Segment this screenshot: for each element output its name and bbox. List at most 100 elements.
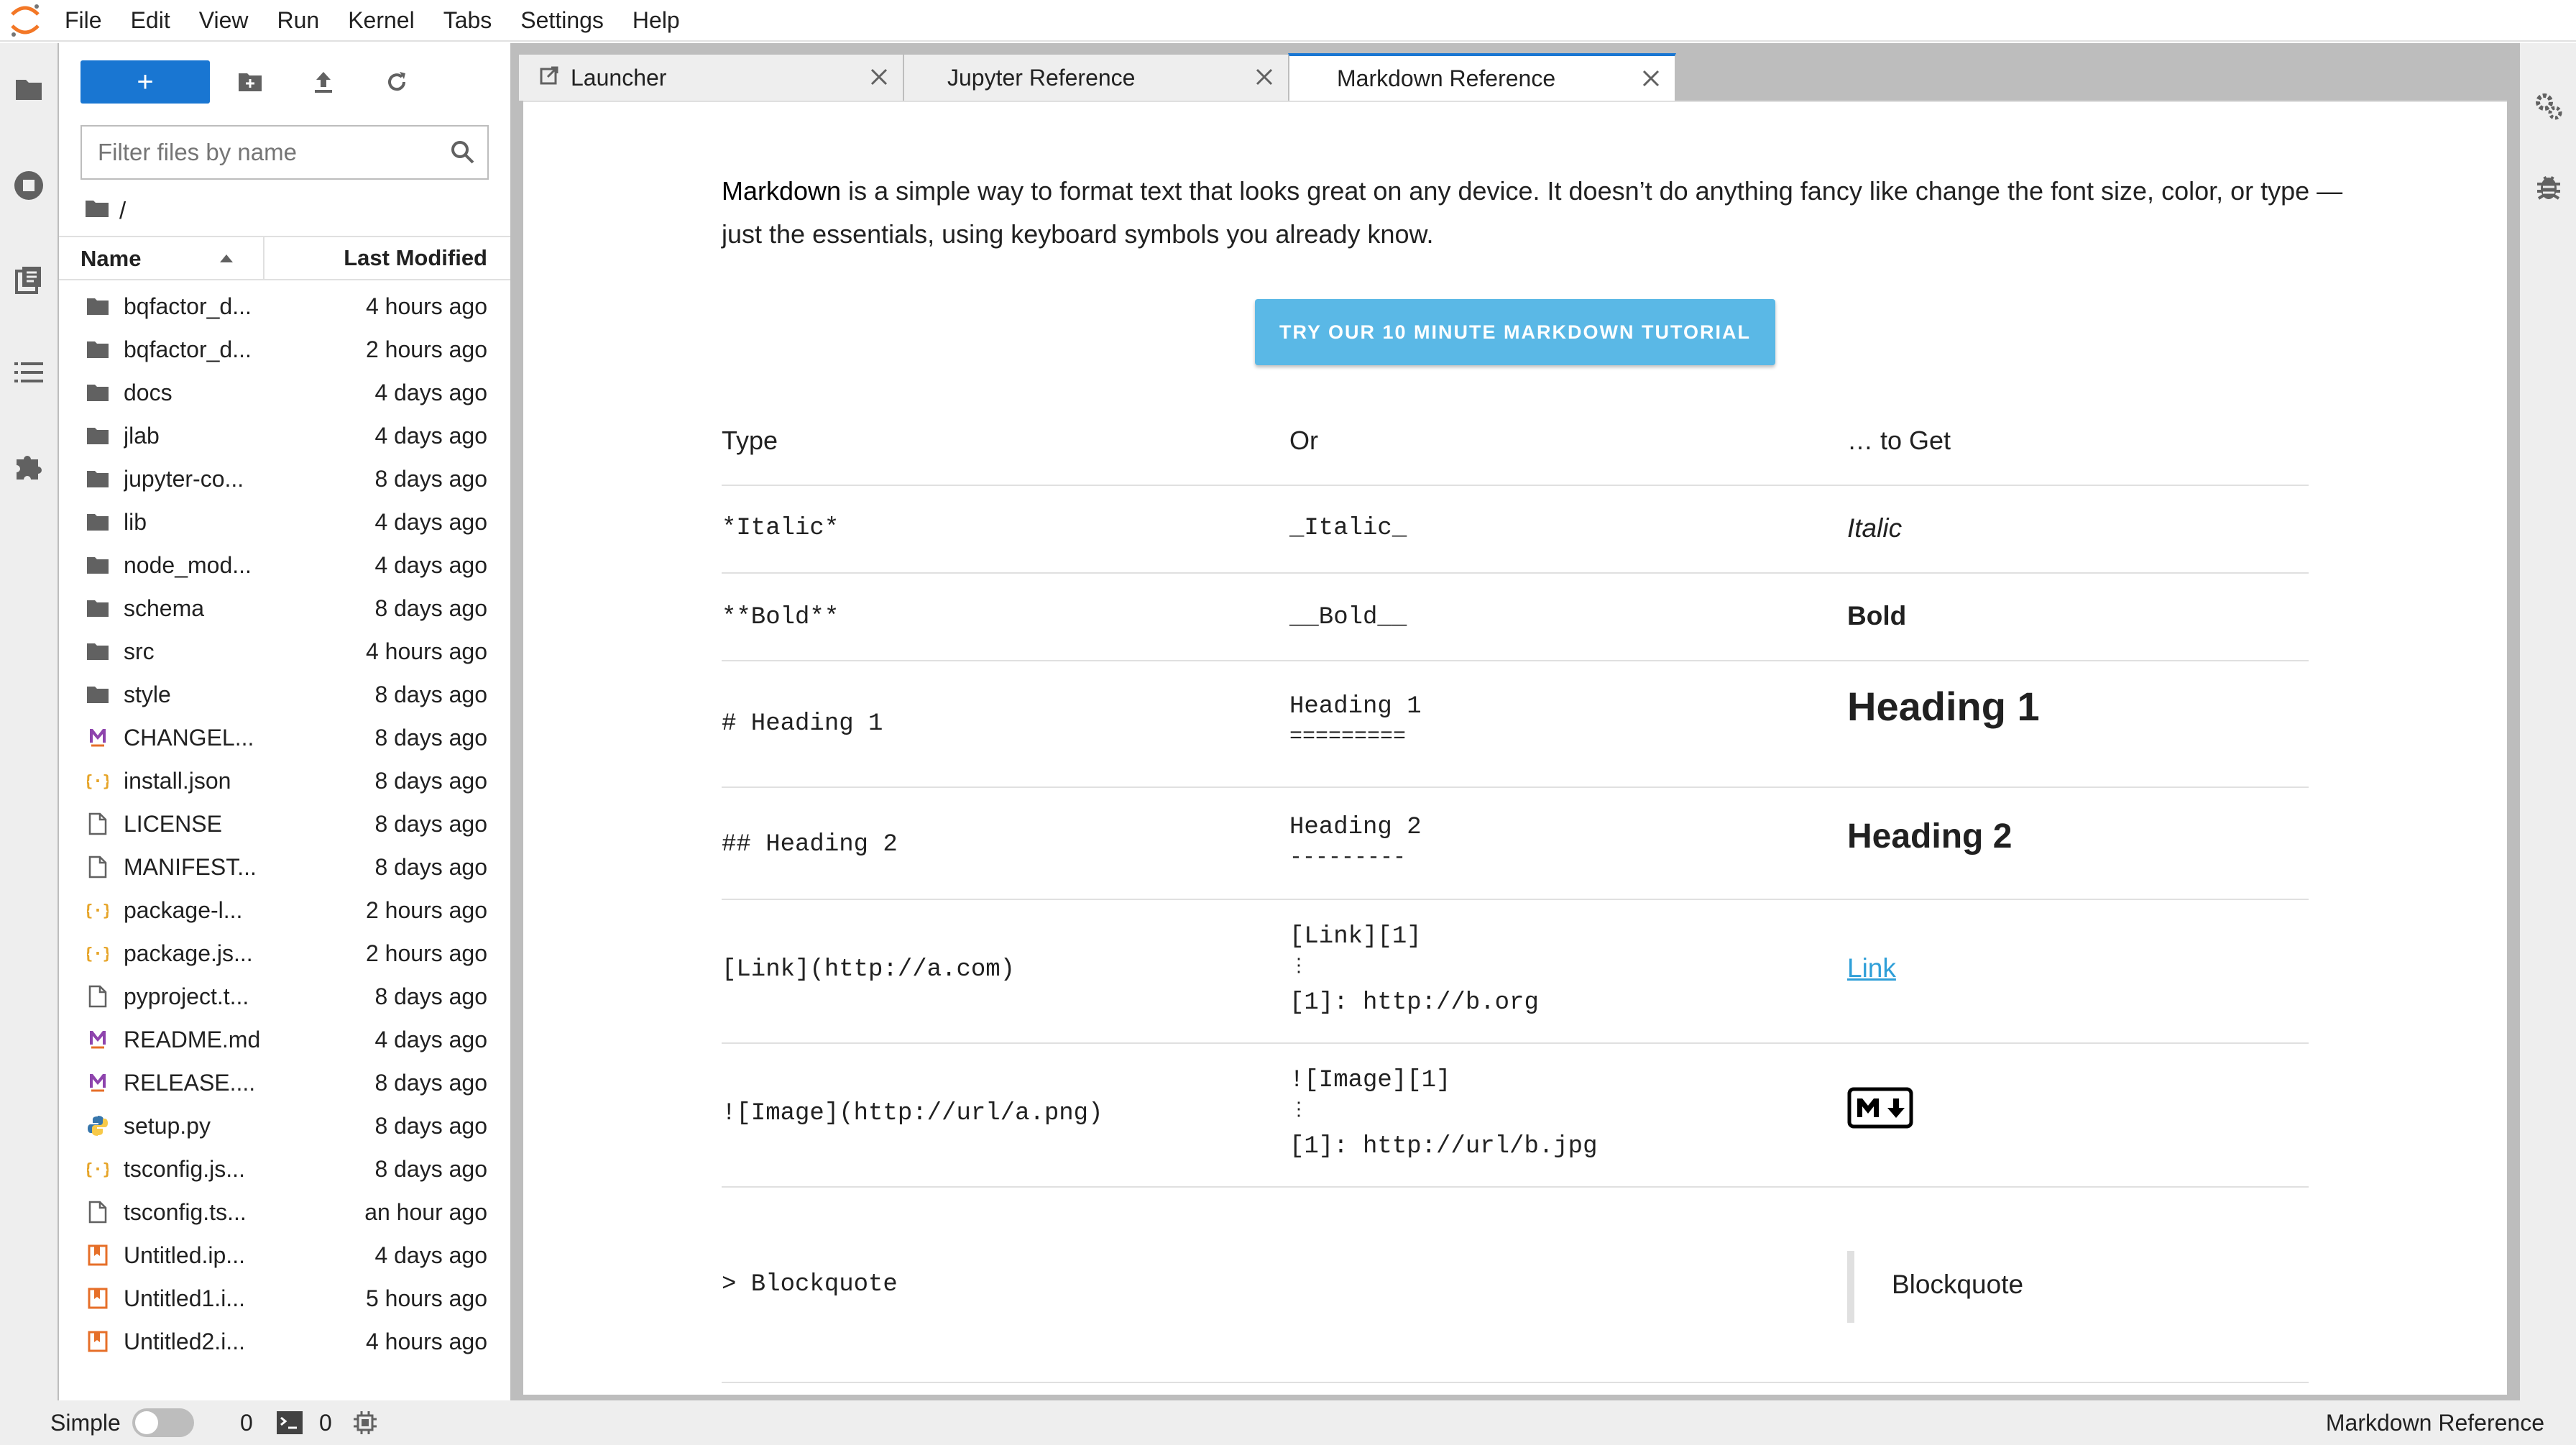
markdown-table: Type Or … to Get *Italic* _Italic_ Itali… bbox=[722, 397, 2309, 1383]
last-modified-column-header[interactable]: Last Modified bbox=[264, 245, 510, 271]
file-row[interactable]: bqfactor_d... 4 hours ago bbox=[59, 285, 510, 328]
tab-markdown-reference[interactable]: Markdown Reference bbox=[1288, 53, 1676, 101]
file-row[interactable]: {·} tsconfig.js... 8 days ago bbox=[59, 1147, 510, 1191]
table-row-heading-1: # Heading 1 Heading 1 ========= Heading … bbox=[722, 661, 2309, 788]
debugger-bug-icon[interactable] bbox=[2520, 158, 2576, 216]
file-row[interactable]: MANIFEST... 8 days ago bbox=[59, 845, 510, 889]
file-row[interactable]: lib 4 days ago bbox=[59, 500, 510, 543]
menu-kernel[interactable]: Kernel bbox=[334, 0, 429, 41]
file-row[interactable]: docs 4 days ago bbox=[59, 371, 510, 414]
h1-or-line2: ========= bbox=[1289, 725, 1407, 749]
notebook-file-icon bbox=[86, 1244, 109, 1267]
file-row[interactable]: {·} install.json 8 days ago bbox=[59, 759, 510, 802]
simple-mode-label: Simple bbox=[50, 1409, 121, 1436]
running-stop-icon[interactable] bbox=[0, 157, 58, 214]
file-row[interactable]: setup.py 8 days ago bbox=[59, 1104, 510, 1147]
kernel-count[interactable]: 0 bbox=[240, 1400, 253, 1445]
kernel-status-icon[interactable] bbox=[352, 1400, 378, 1445]
file-row[interactable]: Untitled2.i... 4 hours ago bbox=[59, 1320, 510, 1363]
extension-puzzle-icon[interactable] bbox=[0, 437, 58, 495]
menu-settings[interactable]: Settings bbox=[506, 0, 618, 41]
intro-text: is a simple way to format text that look… bbox=[722, 176, 2343, 249]
file-row[interactable]: RELEASE.... 8 days ago bbox=[59, 1061, 510, 1104]
simple-mode-toggle[interactable] bbox=[132, 1400, 194, 1445]
quote-result-cell: Blockquote bbox=[1892, 1270, 2024, 1299]
property-inspector-gears-icon[interactable] bbox=[2520, 78, 2576, 135]
menu-run[interactable]: Run bbox=[262, 0, 334, 41]
file-icon bbox=[86, 1201, 109, 1224]
quote-type-cell: > Blockquote bbox=[722, 1271, 898, 1298]
terminal-count[interactable]: 0 bbox=[319, 1400, 332, 1445]
menu-file[interactable]: File bbox=[50, 0, 116, 41]
file-modified: 8 days ago bbox=[374, 767, 487, 794]
file-name: style bbox=[124, 681, 171, 707]
file-row[interactable]: {·} package.js... 2 hours ago bbox=[59, 932, 510, 975]
filter-files-box bbox=[80, 125, 489, 180]
name-column-header[interactable]: Name bbox=[59, 237, 264, 279]
file-modified: 8 days ago bbox=[374, 465, 487, 492]
jupyter-logo-icon[interactable] bbox=[0, 0, 50, 41]
breadcrumb-root[interactable]: / bbox=[119, 197, 126, 224]
file-name: Untitled1.i... bbox=[124, 1285, 245, 1311]
link-result-cell[interactable]: Link bbox=[1847, 953, 1896, 983]
file-row[interactable]: Untitled1.i... 5 hours ago bbox=[59, 1277, 510, 1320]
table-row-blockquote: > Blockquote Blockquote bbox=[722, 1188, 2309, 1383]
left-activity-bar bbox=[0, 43, 59, 1400]
file-row[interactable]: LICENSE 8 days ago bbox=[59, 802, 510, 845]
file-row[interactable]: src 4 hours ago bbox=[59, 630, 510, 673]
file-row[interactable]: README.md 4 days ago bbox=[59, 1018, 510, 1061]
h1-or-line1: Heading 1 bbox=[1289, 693, 1422, 720]
file-row[interactable]: bqfactor_d... 2 hours ago bbox=[59, 328, 510, 371]
close-icon[interactable] bbox=[868, 66, 890, 88]
link-or-line1: [Link][1] bbox=[1289, 923, 1422, 950]
file-modified: 2 hours ago bbox=[365, 336, 487, 362]
refresh-icon[interactable] bbox=[378, 63, 415, 101]
file-name: install.json bbox=[124, 767, 231, 794]
italic-type-cell: *Italic* bbox=[722, 515, 840, 542]
markdown-reference-document: Markdown is a simple way to format text … bbox=[523, 101, 2507, 1395]
menu-view[interactable]: View bbox=[185, 0, 263, 41]
file-modified: 8 days ago bbox=[374, 1155, 487, 1182]
file-row[interactable]: {·} package-l... 2 hours ago bbox=[59, 889, 510, 932]
folder-icon[interactable] bbox=[0, 60, 58, 118]
table-of-contents-icon[interactable] bbox=[0, 344, 58, 401]
new-folder-icon[interactable] bbox=[231, 63, 269, 101]
h2-or-line1: Heading 2 bbox=[1289, 814, 1422, 841]
file-row[interactable]: pyproject.t... 8 days ago bbox=[59, 975, 510, 1018]
folder-icon bbox=[86, 554, 109, 577]
new-launcher-button[interactable]: + bbox=[80, 60, 210, 104]
tab-jupyter-reference[interactable]: Jupyter Reference bbox=[903, 53, 1289, 101]
file-row[interactable]: tsconfig.ts... an hour ago bbox=[59, 1191, 510, 1234]
file-name: schema bbox=[124, 595, 205, 621]
menu-edit[interactable]: Edit bbox=[116, 0, 185, 41]
file-list: bqfactor_d... 4 hours ago bqfactor_d... 2 h… bbox=[59, 285, 510, 1363]
new-launcher-label: + bbox=[137, 65, 154, 98]
tab-bar: Launcher Jupyter Reference Markdown Refe… bbox=[518, 53, 1682, 101]
home-folder-icon[interactable] bbox=[85, 197, 109, 224]
tab-launcher[interactable]: Launcher bbox=[518, 53, 904, 101]
commands-palette-icon[interactable] bbox=[0, 252, 58, 309]
toggle-track bbox=[132, 1408, 194, 1437]
file-name: bqfactor_d... bbox=[124, 293, 252, 319]
menu-help[interactable]: Help bbox=[618, 0, 694, 41]
file-icon bbox=[86, 985, 109, 1008]
svg-text:{·}: {·} bbox=[87, 902, 109, 920]
folder-icon bbox=[86, 510, 109, 533]
file-row[interactable]: CHANGEL... 8 days ago bbox=[59, 716, 510, 759]
tutorial-button[interactable]: TRY OUR 10 MINUTE MARKDOWN TUTORIAL bbox=[1255, 299, 1775, 365]
terminal-icon[interactable] bbox=[276, 1400, 303, 1445]
file-row[interactable]: jlab 4 days ago bbox=[59, 414, 510, 457]
folder-icon bbox=[86, 424, 109, 447]
file-row[interactable]: style 8 days ago bbox=[59, 673, 510, 716]
close-icon[interactable] bbox=[1254, 66, 1275, 88]
file-row[interactable]: node_mod... 4 days ago bbox=[59, 543, 510, 587]
image-or-line3: [1]: http://url/b.jpg bbox=[1289, 1133, 1598, 1160]
file-row[interactable]: jupyter-co... 8 days ago bbox=[59, 457, 510, 500]
folder-icon bbox=[86, 338, 109, 361]
file-row[interactable]: Untitled.ip... 4 days ago bbox=[59, 1234, 510, 1277]
menu-tabs[interactable]: Tabs bbox=[429, 0, 507, 41]
file-row[interactable]: schema 8 days ago bbox=[59, 587, 510, 630]
close-icon[interactable] bbox=[1640, 68, 1662, 89]
upload-icon[interactable] bbox=[305, 63, 342, 101]
filter-files-input[interactable] bbox=[82, 139, 434, 166]
